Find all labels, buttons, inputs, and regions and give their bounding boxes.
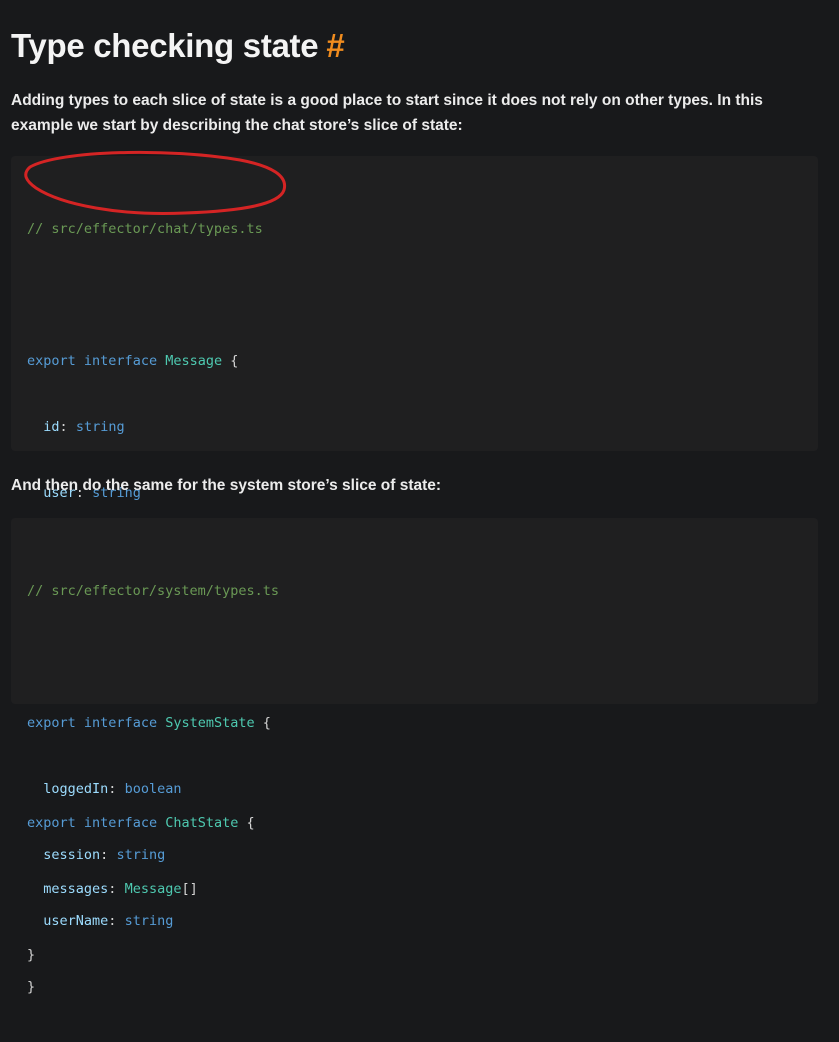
code-field-type: boolean xyxy=(124,781,182,797)
code-comment: // src/effector/system/types.ts xyxy=(27,583,279,599)
code-line: userName: string xyxy=(27,910,279,932)
code-line: session: string xyxy=(27,844,279,866)
heading-anchor-link[interactable]: # xyxy=(326,27,344,64)
code-block-system-types[interactable]: // src/effector/system/types.ts export i… xyxy=(11,518,818,995)
code-comment: // src/effector/chat/types.ts xyxy=(27,221,263,237)
code-field-type: string xyxy=(124,913,174,929)
code-field-type: string xyxy=(75,419,125,435)
code-property: userName xyxy=(43,913,109,929)
code-property: loggedIn xyxy=(43,781,109,797)
code-line: export interface Message { xyxy=(27,350,263,372)
code-line: // src/effector/system/types.ts xyxy=(27,580,279,602)
code-punctuation: { xyxy=(230,353,239,369)
code-content: // src/effector/system/types.ts export i… xyxy=(27,536,279,1042)
system-paragraph: And then do the same for the system stor… xyxy=(11,477,442,494)
page-title-text: Type checking state xyxy=(11,27,319,64)
code-punctuation: : xyxy=(100,847,109,863)
code-line: } xyxy=(27,976,279,998)
code-property: session xyxy=(43,847,101,863)
code-property: id xyxy=(43,419,60,435)
code-line: // src/effector/chat/types.ts xyxy=(27,218,263,240)
intro-paragraph: Adding types to each slice of state is a… xyxy=(11,92,763,134)
docs-page: Type checking state # Adding types to eac… xyxy=(0,0,839,995)
code-punctuation: } xyxy=(27,979,36,995)
code-line: loggedIn: boolean xyxy=(27,778,279,800)
code-keyword: export xyxy=(27,353,76,369)
code-keyword: interface xyxy=(83,353,158,369)
code-punctuation: : xyxy=(108,913,117,929)
code-block-chat-types[interactable]: // src/effector/chat/types.ts export int… xyxy=(11,156,818,963)
code-line: export interface SystemState { xyxy=(27,712,279,734)
code-field-type: string xyxy=(116,847,166,863)
code-punctuation: : xyxy=(59,419,68,435)
page-title: Type checking state # xyxy=(11,24,345,68)
code-type-name: Message xyxy=(165,353,223,369)
code-punctuation: : xyxy=(108,781,117,797)
code-line: id: string xyxy=(27,416,263,438)
